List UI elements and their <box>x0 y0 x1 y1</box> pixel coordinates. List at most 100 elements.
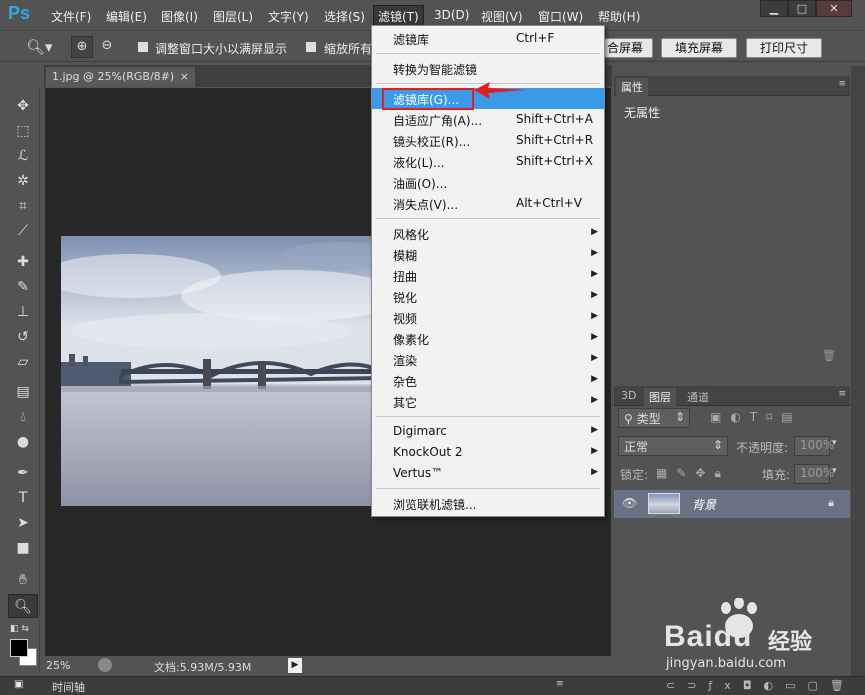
zoom-tool-icon[interactable]: 🔍︎ <box>8 594 38 618</box>
close-tab-icon[interactable]: × <box>180 70 189 83</box>
trash-icon[interactable]: 🗑︎ <box>822 349 836 362</box>
menu-select[interactable]: 选择(S) <box>324 8 365 25</box>
layer-filter-icons[interactable]: ▣◐T⌑▤ <box>710 410 802 424</box>
submenu-arrow-icon: ▶ <box>591 311 598 321</box>
annotation-arrow-icon <box>474 82 526 99</box>
fill-arrow-icon[interactable]: ▾ <box>832 466 837 476</box>
layers-menu-icon[interactable]: ≡ <box>838 389 846 399</box>
filter-menu-item[interactable]: 油画(O)... <box>372 172 604 193</box>
filter-menu-item[interactable]: 其它 ▶ <box>372 391 604 412</box>
filter-menu-item[interactable]: 转换为智能滤镜 <box>372 58 604 79</box>
healing-brush-icon[interactable]: ✚ <box>8 250 38 274</box>
maximize-icon[interactable]: □ <box>788 0 816 17</box>
menu-item-label: 消失点(V)... <box>393 198 459 212</box>
filter-menu-item[interactable]: 自适应广角(A)... Shift+Ctrl+A <box>372 109 604 130</box>
filter-menu-item[interactable]: 浏览联机滤镜... <box>372 493 604 514</box>
fit-screen-button[interactable]: 合屏幕 <box>597 38 653 58</box>
timeline-icon[interactable]: ▣ <box>14 679 23 690</box>
crop-tool-icon[interactable]: ⌗ <box>8 194 38 218</box>
status-menu-arrow-icon[interactable]: ▶ <box>288 658 302 673</box>
timeline-label[interactable]: 时间轴 <box>52 679 85 695</box>
eraser-tool-icon[interactable]: ▱ <box>8 350 38 374</box>
filter-menu-item[interactable]: 风格化 ▶ <box>372 223 604 244</box>
zoom-level[interactable]: 25% <box>46 659 70 672</box>
layer-row-background[interactable]: 👁︎ 背景 🔒︎ <box>614 490 850 518</box>
fill-screen-button[interactable]: 填充屏幕 <box>661 38 737 58</box>
document-tab[interactable]: 1.jpg @ 25%(RGB/8#) × <box>46 67 195 87</box>
path-select-icon[interactable]: ➤ <box>8 511 38 535</box>
menu-item-label: 滤镜库 <box>393 33 430 47</box>
resize-window-checkbox[interactable] <box>137 41 149 53</box>
menu-help[interactable]: 帮助(H) <box>598 8 640 25</box>
clone-stamp-icon[interactable]: ⊥ <box>8 300 38 324</box>
menu-edit[interactable]: 编辑(E) <box>106 8 147 25</box>
blend-mode-dropdown[interactable]: 正常 ⇕ <box>618 436 728 456</box>
menu-type[interactable]: 文字(Y) <box>268 8 309 25</box>
menu-item-label: 杂色 <box>393 375 418 389</box>
tab-3d[interactable]: 3D <box>616 388 641 403</box>
filter-menu-item[interactable]: 模糊 ▶ <box>372 244 604 265</box>
menu-layer[interactable]: 图层(L) <box>213 8 253 25</box>
filter-menu-item[interactable]: 锐化 ▶ <box>372 286 604 307</box>
move-tool-icon[interactable]: ✥ <box>8 94 38 118</box>
menu-window[interactable]: 窗口(W) <box>538 8 583 25</box>
dodge-tool-icon[interactable]: ● <box>8 430 38 454</box>
gradient-tool-icon[interactable]: ▤ <box>8 380 38 404</box>
tab-properties[interactable]: 属性 <box>616 78 648 96</box>
filter-menu-item[interactable]: 视频 ▶ <box>372 307 604 328</box>
marquee-tool-icon[interactable]: ⬚ <box>8 119 38 143</box>
hand-tool-icon[interactable]: ✋︎ <box>8 568 38 592</box>
filter-menu-item[interactable]: 扭曲 ▶ <box>372 265 604 286</box>
menu-item-label: 镜头校正(R)... <box>393 135 471 149</box>
zoom-all-checkbox[interactable] <box>305 41 317 53</box>
pen-tool-icon[interactable]: ✒ <box>8 461 38 485</box>
filter-menu-item[interactable]: 液化(L)... Shift+Ctrl+X <box>372 151 604 172</box>
submenu-arrow-icon: ▶ <box>591 467 598 477</box>
layer-panel-footer-icons[interactable]: ⊂⊃ƒx◘◐▭▢🗑︎ <box>666 679 856 692</box>
type-tool-icon[interactable]: T <box>8 486 38 510</box>
zoom-tool-preset-icon[interactable]: 🔍︎▾ <box>26 38 53 56</box>
filter-menu-item[interactable]: KnockOut 2 ▶ <box>372 442 604 463</box>
panel-scrollbar[interactable] <box>851 66 865 676</box>
opacity-input[interactable]: 100% <box>794 436 834 456</box>
opacity-arrow-icon[interactable]: ▾ <box>832 438 837 448</box>
eye-icon[interactable]: 👁︎ <box>622 496 637 510</box>
menu-3d[interactable]: 3D(D) <box>434 8 469 22</box>
foreground-color-swatch[interactable] <box>10 639 28 657</box>
zoom-out-icon[interactable]: ⊖ <box>96 36 118 58</box>
tab-layers[interactable]: 图层 <box>644 388 676 406</box>
zoom-in-icon[interactable]: ⊕ <box>71 36 93 58</box>
filter-menu-item[interactable]: 像素化 ▶ <box>372 328 604 349</box>
layer-filter-dropdown[interactable]: ⚲ 类型 ⇕ <box>618 408 690 428</box>
close-icon[interactable]: ✕ <box>816 0 852 17</box>
filter-menu-item[interactable]: Vertus™ ▶ <box>372 463 604 484</box>
timeline-panel: ▣ 时间轴 ≡ ⊂⊃ƒx◘◐▭▢🗑︎ <box>0 676 865 695</box>
lock-icons[interactable]: ▦✎✥🔒︎ <box>656 466 730 481</box>
filter-menu-item[interactable]: 镜头校正(R)... Shift+Ctrl+R <box>372 130 604 151</box>
print-size-button[interactable]: 打印尺寸 <box>746 38 822 58</box>
tab-channels[interactable]: 通道 <box>682 388 714 406</box>
filter-menu-item[interactable]: Digimarc ▶ <box>372 421 604 442</box>
history-brush-icon[interactable]: ↺ <box>8 325 38 349</box>
lasso-tool-icon[interactable]: ℒ <box>8 144 38 168</box>
layer-name[interactable]: 背景 <box>692 496 716 513</box>
menu-view[interactable]: 视图(V) <box>481 8 523 25</box>
filter-menu-item[interactable]: 杂色 ▶ <box>372 370 604 391</box>
timeline-menu-icon[interactable]: ≡ <box>556 679 564 689</box>
filter-menu-item[interactable]: 消失点(V)... Alt+Ctrl+V <box>372 193 604 214</box>
shape-tool-icon[interactable]: ■ <box>8 536 38 560</box>
filter-menu-item[interactable]: 滤镜库 Ctrl+F <box>372 28 604 49</box>
filter-menu-item[interactable]: 渲染 ▶ <box>372 349 604 370</box>
default-colors-icon[interactable]: ◧ ⇆ <box>10 624 29 634</box>
eyedropper-icon[interactable]: ⟋ <box>8 219 38 243</box>
brush-tool-icon[interactable]: ✎ <box>8 275 38 299</box>
panel-menu-icon[interactable]: ≡ <box>838 79 846 89</box>
minimize-icon[interactable]: ▁ <box>760 0 788 17</box>
menu-file[interactable]: 文件(F) <box>51 8 91 25</box>
magic-wand-icon[interactable]: ✲ <box>8 169 38 193</box>
menu-image[interactable]: 图像(I) <box>161 8 198 25</box>
blur-tool-icon[interactable]: 💧︎ <box>8 405 38 429</box>
submenu-arrow-icon: ▶ <box>591 395 598 405</box>
fill-input[interactable]: 100% <box>794 464 834 484</box>
status-info-icon[interactable] <box>98 658 112 672</box>
